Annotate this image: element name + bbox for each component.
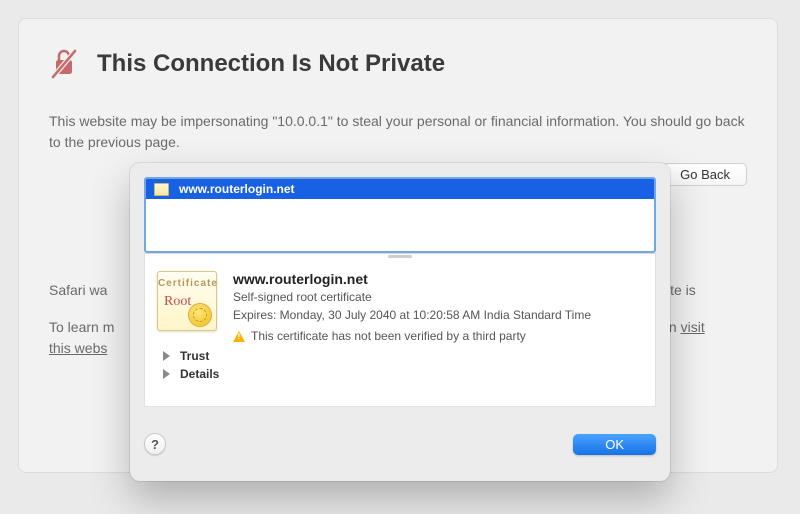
help-button[interactable]: ? [144,433,166,455]
visit-website-link-continued[interactable]: this webs [49,340,107,356]
certificate-dialog: www.routerlogin.net Certificate Root www… [130,163,670,481]
text-fragment: Safari wa [49,282,107,298]
certificate-large-icon: Certificate Root [157,271,217,331]
text-fragment: To learn m [49,319,114,335]
details-expander-label: Details [180,367,219,381]
trust-expander-label: Trust [180,349,209,363]
certificate-icon-label: Certificate [158,278,216,289]
warning-title: This Connection Is Not Private [97,50,445,78]
certificate-list-item-selected[interactable]: www.routerlogin.net [146,179,654,199]
chevron-right-icon [163,351,170,361]
warning-triangle-icon [233,331,245,342]
certificate-verify-warning-text: This certificate has not been verified b… [251,329,526,343]
certificate-seal-icon [189,304,211,326]
trust-expander[interactable]: Trust [157,343,643,363]
certificate-icon-root: Root [164,294,191,310]
certificate-expiry: Expires: Monday, 30 July 2040 at 10:20:5… [233,307,591,323]
certificate-subtitle: Self-signed root certificate [233,289,591,305]
lock-slash-icon [49,47,79,81]
certificate-verify-warning: This certificate has not been verified b… [233,329,591,343]
chevron-right-icon [163,369,170,379]
details-expander[interactable]: Details [157,363,643,381]
dialog-footer: ? OK [130,407,670,481]
certificate-list-item-label: www.routerlogin.net [179,182,295,196]
certificate-mini-icon [154,183,169,196]
warning-description: This website may be impersonating "10.0.… [49,111,747,153]
certificate-chain-list[interactable]: www.routerlogin.net [144,177,656,253]
visit-website-link[interactable]: visit [681,319,705,335]
certificate-details-panel: Certificate Root www.routerlogin.net Sel… [144,259,656,407]
ok-button[interactable]: OK [573,434,656,455]
certificate-title: www.routerlogin.net [233,271,591,287]
go-back-button[interactable]: Go Back [663,163,747,186]
warning-header: This Connection Is Not Private [49,47,747,81]
